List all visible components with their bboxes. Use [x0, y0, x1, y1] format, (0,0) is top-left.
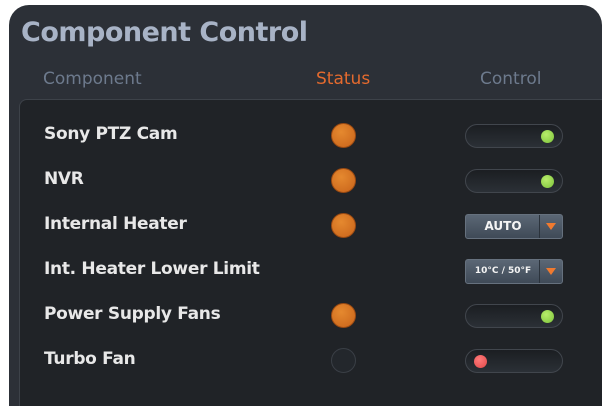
- dropdown-arrow-icon[interactable]: [539, 260, 562, 283]
- select-value: AUTO: [484, 219, 522, 233]
- component-row-power-supply-fans: Power Supply Fans: [20, 296, 602, 336]
- power-toggle[interactable]: [465, 169, 563, 193]
- dropdown-arrow-icon[interactable]: [539, 215, 562, 238]
- status-indicator: [331, 303, 356, 328]
- component-label: Turbo Fan: [44, 349, 136, 369]
- toggle-knob: [541, 130, 554, 143]
- status-indicator: [331, 168, 356, 193]
- status-indicator: [331, 123, 356, 148]
- column-header-status: Status: [316, 69, 371, 89]
- component-label: NVR: [44, 169, 84, 189]
- component-row-heater-lower-limit: Int. Heater Lower Limit 10°C / 50°F: [20, 251, 602, 291]
- toggle-knob: [541, 310, 554, 323]
- panel-title: Component Control: [21, 17, 308, 48]
- component-label: Sony PTZ Cam: [44, 124, 178, 144]
- component-label: Int. Heater Lower Limit: [44, 259, 260, 279]
- component-row-turbo-fan: Turbo Fan: [20, 341, 602, 381]
- status-indicator: [331, 213, 356, 238]
- power-toggle[interactable]: [465, 124, 563, 148]
- status-indicator: [331, 348, 356, 373]
- component-row-nvr: NVR: [20, 161, 602, 201]
- component-row-sony-ptz-cam: Sony PTZ Cam: [20, 116, 602, 156]
- heater-lower-limit-select[interactable]: 10°C / 50°F: [465, 259, 563, 284]
- component-control-panel: Component Control Component Status Contr…: [9, 5, 602, 406]
- component-list: Sony PTZ Cam NVR Internal Heater AUTO In…: [19, 99, 602, 406]
- select-value: 10°C / 50°F: [474, 266, 532, 276]
- heater-mode-select[interactable]: AUTO: [465, 214, 563, 239]
- power-toggle[interactable]: [465, 349, 563, 373]
- toggle-knob: [474, 355, 487, 368]
- toggle-knob: [541, 175, 554, 188]
- power-toggle[interactable]: [465, 304, 563, 328]
- component-label: Internal Heater: [44, 214, 187, 234]
- column-header-component: Component: [43, 69, 142, 89]
- component-row-internal-heater: Internal Heater AUTO: [20, 206, 602, 246]
- component-label: Power Supply Fans: [44, 304, 221, 324]
- column-header-control: Control: [480, 69, 542, 89]
